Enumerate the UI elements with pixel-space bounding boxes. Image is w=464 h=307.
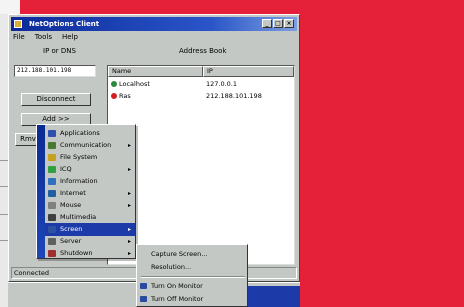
- icq-icon: [48, 166, 56, 173]
- strip-line: [0, 240, 8, 241]
- close-button[interactable]: ×: [284, 19, 294, 28]
- menu-item-label: Communication: [60, 141, 112, 149]
- strip-line: [0, 186, 8, 187]
- minimize-button[interactable]: _: [262, 19, 272, 28]
- submenu-item-label: Capture Screen...: [151, 250, 208, 258]
- menu-separator: [141, 276, 245, 278]
- window-title: NetOptions Client: [29, 20, 100, 28]
- information-icon: [48, 178, 56, 185]
- list-item[interactable]: Localhost 127.0.0.1: [108, 79, 294, 89]
- list-item[interactable]: Ras 212.188.101.198: [108, 91, 294, 101]
- ip-dns-label: IP or DNS: [43, 47, 76, 55]
- row-name: Ras: [119, 92, 131, 100]
- applications-icon: [48, 130, 56, 137]
- submenu-item[interactable]: Turn Off Monitor: [137, 293, 249, 305]
- column-header-ip[interactable]: IP: [203, 66, 294, 77]
- server-icon: [48, 238, 56, 245]
- screen-icon: [48, 226, 56, 233]
- shutdown-icon: [48, 250, 56, 257]
- background-left-strip: [0, 14, 8, 307]
- submenu-item[interactable]: Resolution...: [137, 261, 249, 273]
- menu-bar: File Tools Help: [13, 33, 78, 44]
- menu-item-label: Screen: [60, 225, 83, 233]
- row-ip: 212.188.101.198: [206, 92, 262, 100]
- menu-item-label: Multimedia: [60, 213, 97, 221]
- status-icon: [111, 93, 117, 99]
- address-book-label: Address Book: [179, 47, 227, 55]
- status-icon: [111, 81, 117, 87]
- submenu-item-label: Resolution...: [151, 263, 192, 271]
- menu-item-label: File System: [60, 153, 98, 161]
- context-menu-item[interactable]: Shutdown ▸: [45, 247, 135, 260]
- row-name: Localhost: [119, 80, 150, 88]
- menu-item-label: Internet: [60, 189, 86, 197]
- submenu-arrow-icon: ▸: [127, 250, 131, 257]
- menu-item-label: ICQ: [60, 165, 72, 173]
- communication-icon: [48, 142, 56, 149]
- submenu-item-label: Turn On Monitor: [151, 282, 203, 290]
- menu-tools[interactable]: Tools: [35, 33, 52, 44]
- selection-band: [248, 286, 300, 307]
- ip-input[interactable]: 212.188.101.198: [14, 65, 96, 77]
- menu-file[interactable]: File: [13, 33, 25, 44]
- background-corner: [0, 0, 20, 14]
- multimedia-icon: [48, 214, 56, 221]
- menu-side-stripe: [37, 125, 45, 258]
- file-system-icon: [48, 154, 56, 161]
- monitor-off-icon: [140, 296, 147, 302]
- menu-item-label: Applications: [60, 129, 100, 137]
- submenu-item[interactable]: Capture Screen...: [137, 248, 249, 260]
- menu-item-label: Shutdown: [60, 249, 93, 257]
- mouse-icon: [48, 202, 56, 209]
- menu-item-label: Mouse: [60, 201, 82, 209]
- disconnect-button[interactable]: Disconnect: [21, 93, 91, 106]
- strip-line: [0, 214, 8, 215]
- menu-item-label: Server: [60, 237, 82, 245]
- submenu-item-label: Turn Off Monitor: [151, 295, 204, 303]
- app-icon: [14, 20, 22, 28]
- monitor-on-icon: [140, 283, 147, 289]
- maximize-button[interactable]: □: [273, 19, 283, 28]
- internet-icon: [48, 190, 56, 197]
- title-bar[interactable]: NetOptions Client _ □ ×: [11, 17, 297, 31]
- row-ip: 127.0.0.1: [206, 80, 238, 88]
- menu-item-label: Information: [60, 177, 98, 185]
- submenu-item[interactable]: Turn On Monitor: [137, 280, 249, 292]
- menu-help[interactable]: Help: [62, 33, 78, 44]
- screen-submenu: Capture Screen... Resolution... Turn On Mo…: [136, 244, 248, 307]
- context-menu: Applications Communication ▸ File System ICQ…: [36, 124, 136, 259]
- list-header: Name IP: [108, 66, 294, 77]
- strip-line: [0, 160, 8, 161]
- column-header-name[interactable]: Name: [108, 66, 203, 77]
